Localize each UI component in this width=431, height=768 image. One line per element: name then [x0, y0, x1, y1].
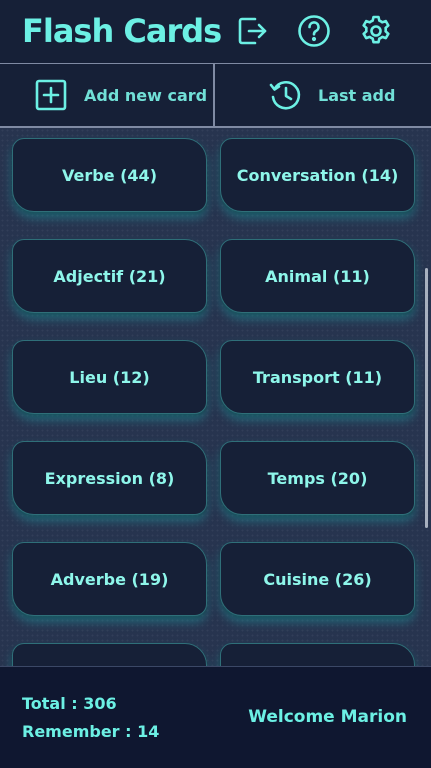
card-grid: Verbe (44) Conversation (14) Adjectif (2…	[12, 138, 415, 666]
remember-count: Remember : 14	[22, 722, 160, 741]
category-card[interactable]: Lieu (12)	[12, 340, 207, 414]
category-card[interactable]	[12, 643, 207, 666]
last-add-label: Last add	[318, 85, 396, 105]
add-new-card-button[interactable]: Add new card	[34, 64, 207, 126]
category-card[interactable]: Expression (8)	[12, 441, 207, 515]
logout-icon[interactable]	[235, 14, 269, 48]
toolbar: Add new card Last add	[0, 64, 431, 128]
category-card[interactable]: Cuisine (26)	[220, 542, 415, 616]
category-card[interactable]: Conversation (14)	[220, 138, 415, 212]
scrollbar[interactable]	[425, 268, 428, 528]
footer: Total : 306 Remember : 14 Welcome Marion	[0, 666, 431, 768]
total-count: Total : 306	[22, 694, 117, 713]
category-card[interactable]: Adjectif (21)	[12, 239, 207, 313]
welcome-message: Welcome Marion	[248, 707, 407, 727]
plus-square-icon	[34, 78, 68, 112]
add-new-card-label: Add new card	[84, 85, 208, 105]
gear-icon[interactable]	[359, 14, 393, 48]
category-card[interactable]	[220, 643, 415, 666]
category-card[interactable]: Transport (11)	[220, 340, 415, 414]
category-card[interactable]: Animal (11)	[220, 239, 415, 313]
history-icon	[268, 78, 302, 112]
category-card[interactable]: Adverbe (19)	[12, 542, 207, 616]
category-card[interactable]: Temps (20)	[220, 441, 415, 515]
help-icon[interactable]	[297, 14, 331, 48]
last-add-button[interactable]: Last add	[268, 64, 395, 126]
app-title: Flash Cards	[22, 12, 222, 50]
app-header: Flash Cards	[0, 0, 431, 64]
category-card[interactable]: Verbe (44)	[12, 138, 207, 212]
card-grid-area: Verbe (44) Conversation (14) Adjectif (2…	[0, 128, 431, 666]
toolbar-divider	[213, 64, 215, 126]
